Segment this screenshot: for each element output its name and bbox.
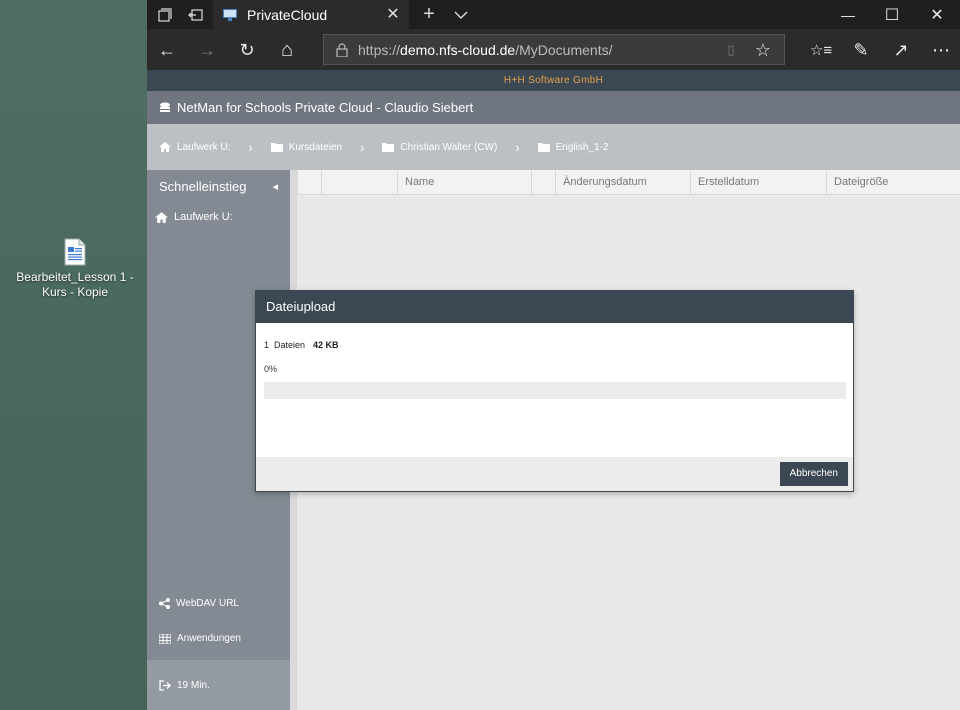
site-favicon-icon [223,8,237,21]
navigation-bar: ← → ↻ ⌂ https://demo.nfs-cloud.de/MyDocu… [147,29,960,70]
breadcrumb-separator: › [248,139,253,155]
breadcrumb-separator: › [515,139,520,155]
column-size[interactable]: Dateigröße [826,170,960,195]
sidebar-item-webdav[interactable]: WebDAV URL [147,598,290,609]
maximize-icon[interactable]: ☐ [869,0,915,29]
address-bar[interactable]: https://demo.nfs-cloud.de/MyDocuments/ ▯… [323,34,785,65]
sidebar-item-laufwerk[interactable]: Laufwerk U: [147,203,290,231]
sidebar-header: Schnelleinstieg ◂ [147,170,290,203]
back-icon[interactable]: ← [151,34,183,66]
tab-privatecloud[interactable]: PrivateCloud ✕ [213,0,409,29]
close-tab-icon[interactable]: ✕ [383,4,403,24]
breadcrumb-item-kursdateien[interactable]: Kursdateien [270,142,342,153]
upload-summary: 1 Dateien 42 KB [264,340,845,350]
forward-icon[interactable]: → [191,34,223,66]
files-label: Dateien [274,340,306,350]
column-type[interactable] [321,170,397,195]
home-icon [155,211,168,223]
refresh-icon[interactable]: ↻ [231,34,263,66]
add-favorite-icon[interactable]: ☆ [752,39,774,61]
upload-dialog: Dateiupload 1 Dateien 42 KB 0% Abbrechen [255,290,854,492]
new-tab-icon[interactable]: + [413,0,445,29]
breadcrumb-separator: › [360,139,365,155]
desktop: Bearbeitet_Lesson 1 - Kurs - Kopie [0,0,147,710]
cloud-icon [160,102,170,112]
tab-actions-icon[interactable] [149,0,181,29]
sidebar-title: Schnelleinstieg [159,179,247,194]
sidebar-item-anwendungen[interactable]: Anwendungen [147,633,290,644]
column-name[interactable]: Name [397,170,531,195]
tab-list-icon[interactable] [445,0,477,29]
lock-icon [336,42,348,57]
more-icon[interactable]: ⋯ [925,34,957,66]
progress-percent: 0% [264,364,278,374]
url-text[interactable]: https://demo.nfs-cloud.de/MyDocuments/ [358,42,612,58]
share-icon [159,598,170,609]
column-modified[interactable]: Änderungsdatum [555,170,690,195]
desktop-file-shortcut[interactable]: Bearbeitet_Lesson 1 - Kurs - Kopie [14,238,136,300]
close-window-icon[interactable]: ✕ [914,0,960,29]
app-header: NetMan for Schools Private Cloud - Claud… [147,91,960,124]
folder-icon [270,143,283,152]
column-spacer [531,170,555,195]
home-icon[interactable]: ⌂ [271,34,303,66]
tab-title: PrivateCloud [247,6,328,23]
dialog-body: 1 Dateien 42 KB 0% [256,323,853,399]
total-size: 42 KB [313,340,339,350]
column-created[interactable]: Erstelldatum [690,170,826,195]
breadcrumb-item-christian-walter[interactable]: Christian Walter (CW) [382,142,497,153]
grid-icon [159,633,171,644]
breadcrumb: Laufwerk U: › Kursdateien › Christian Wa… [147,124,960,170]
dialog-footer: Abbrechen [256,457,853,491]
breadcrumb-item-english[interactable]: English_1-2 [537,142,608,153]
web-notes-icon[interactable]: ✎ [845,34,877,66]
reading-view-icon[interactable]: ▯ [722,41,740,59]
session-timer[interactable]: 19 Min. [147,660,290,710]
document-icon [64,238,86,266]
set-aside-tabs-icon[interactable] [179,0,211,29]
upload-progress-bar [264,382,846,399]
breadcrumb-item-laufwerk[interactable]: Laufwerk U: [159,142,230,153]
favorites-hub-icon[interactable]: ☆≡ [805,34,837,66]
brand-bar: H+H Software GmbH [147,70,960,91]
dialog-title: Dateiupload [256,291,853,323]
file-table-header: Name Änderungsdatum Erstelldatum Dateigr… [297,170,960,195]
share-icon[interactable]: ↗ [885,34,917,66]
cancel-button[interactable]: Abbrechen [779,462,848,486]
minimize-icon[interactable]: — [825,0,871,29]
web-app: H+H Software GmbH NetMan for Schools Pri… [147,70,960,710]
column-select[interactable] [297,170,321,195]
title-bar: PrivateCloud ✕ + — ☐ ✕ [147,0,960,29]
home-icon [159,142,171,152]
app-title: NetMan for Schools Private Cloud - Claud… [177,100,474,115]
logout-icon [159,679,171,691]
browser-window: PrivateCloud ✕ + — ☐ ✕ ← → ↻ ⌂ https://d… [147,0,960,710]
desktop-file-label: Bearbeitet_Lesson 1 - Kurs - Kopie [16,270,134,299]
folder-icon [382,143,395,152]
collapse-sidebar-icon[interactable]: ◂ [272,180,278,193]
file-count: 1 [264,340,270,350]
folder-icon [537,143,550,152]
